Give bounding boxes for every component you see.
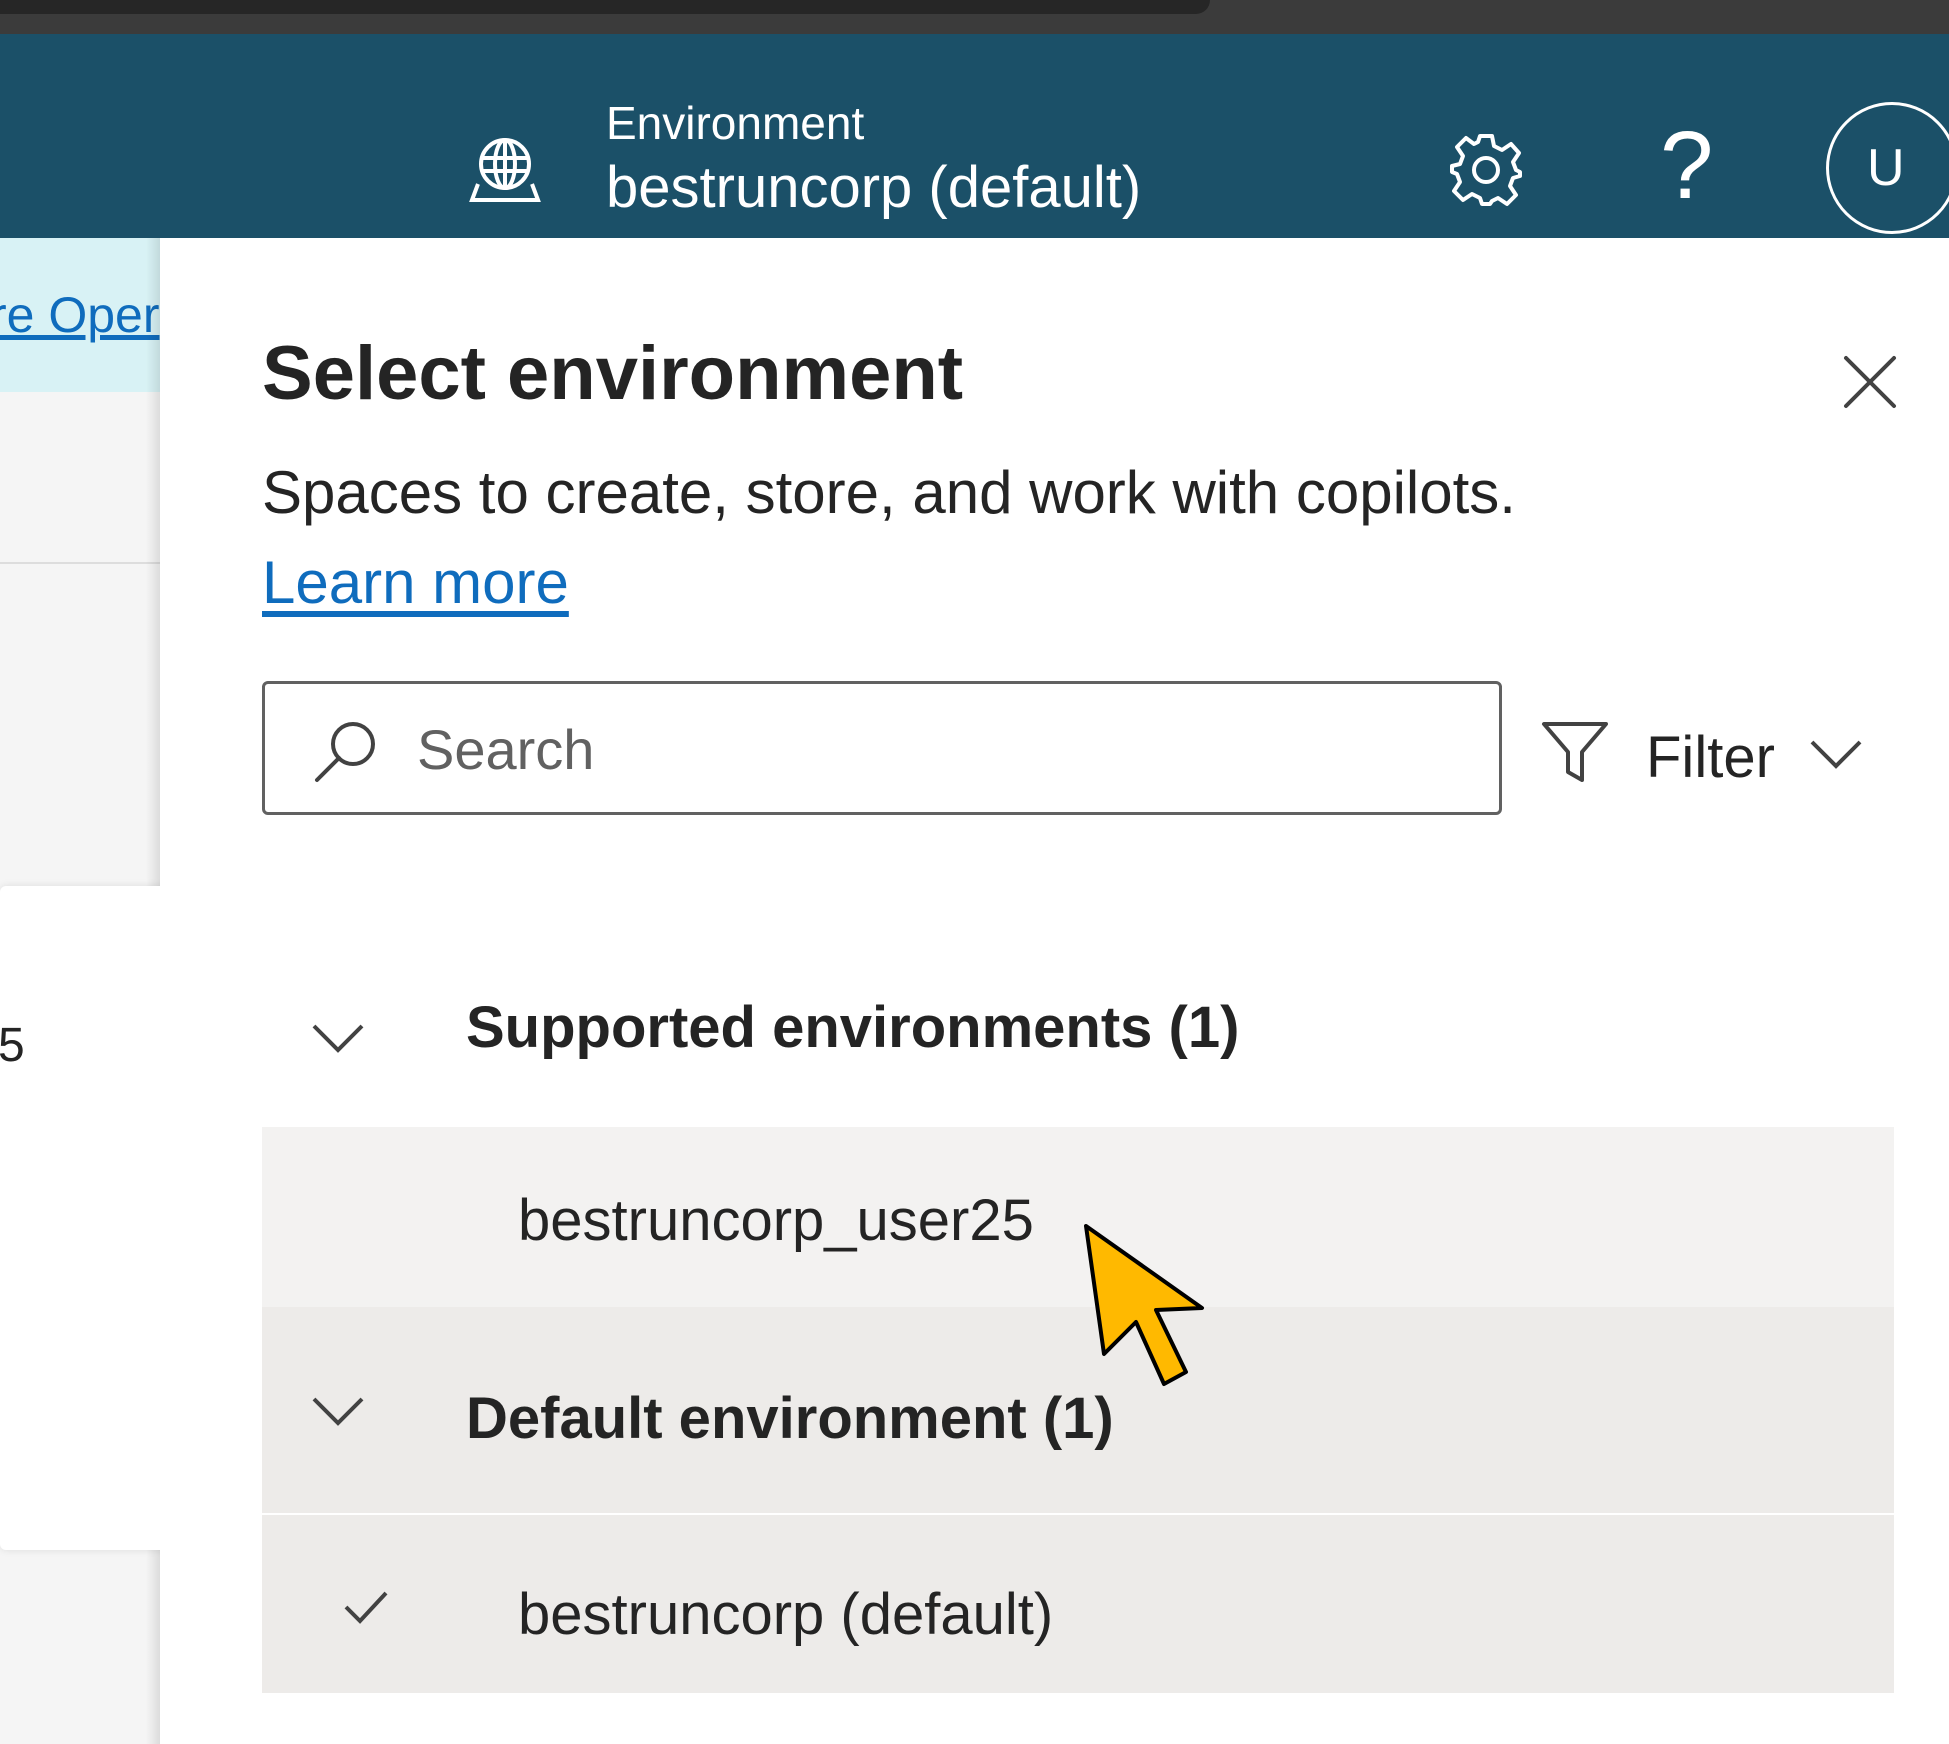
environment-label: Environment [606, 97, 865, 149]
environment-name: bestruncorp_user25 [518, 1188, 1034, 1253]
user-avatar[interactable]: U [1826, 102, 1949, 234]
background-banner-link[interactable]: re Oper [0, 286, 160, 344]
top-header: Environment bestruncorp (default) ? U [0, 34, 1949, 238]
group-label: Default environment (1) [466, 1386, 1114, 1451]
close-icon[interactable] [1840, 352, 1900, 412]
divider [0, 562, 160, 564]
filter-icon [1542, 722, 1608, 782]
help-icon[interactable]: ? [1660, 116, 1713, 216]
browser-chrome [0, 0, 1949, 34]
search-box[interactable] [262, 681, 1502, 815]
group-header-default[interactable]: Default environment (1) [262, 1307, 1894, 1513]
group-label: Supported environments (1) [466, 995, 1240, 1060]
environment-row-bestruncorp-user25[interactable]: bestruncorp_user25 [262, 1127, 1894, 1307]
globe-icon[interactable] [468, 134, 542, 204]
chevron-down-icon[interactable] [310, 1393, 366, 1429]
learn-more-link[interactable]: Learn more [262, 548, 569, 617]
search-icon [315, 722, 375, 782]
background-banner: re Oper [0, 238, 160, 392]
panel-title: Select environment [262, 331, 964, 416]
background-card-number: 5 [0, 1019, 25, 1072]
environment-name: bestruncorp (default) [518, 1582, 1054, 1647]
mouse-pointer-icon [1084, 1224, 1204, 1386]
chevron-down-icon[interactable] [310, 1020, 366, 1056]
chevron-down-icon [1810, 740, 1862, 769]
group-header-supported[interactable]: Supported environments (1) [262, 960, 1894, 1110]
panel-description: Spaces to create, store, and work with c… [262, 459, 1516, 526]
search-input[interactable] [417, 702, 1477, 796]
checkmark-icon [344, 1591, 388, 1624]
environment-row-bestruncorp-default[interactable]: bestruncorp (default) [262, 1515, 1894, 1693]
browser-tab [0, 0, 1210, 14]
filter-label: Filter [1646, 725, 1775, 790]
settings-gear-icon[interactable] [1448, 132, 1524, 208]
environment-switcher[interactable]: bestruncorp (default) [606, 154, 1141, 221]
